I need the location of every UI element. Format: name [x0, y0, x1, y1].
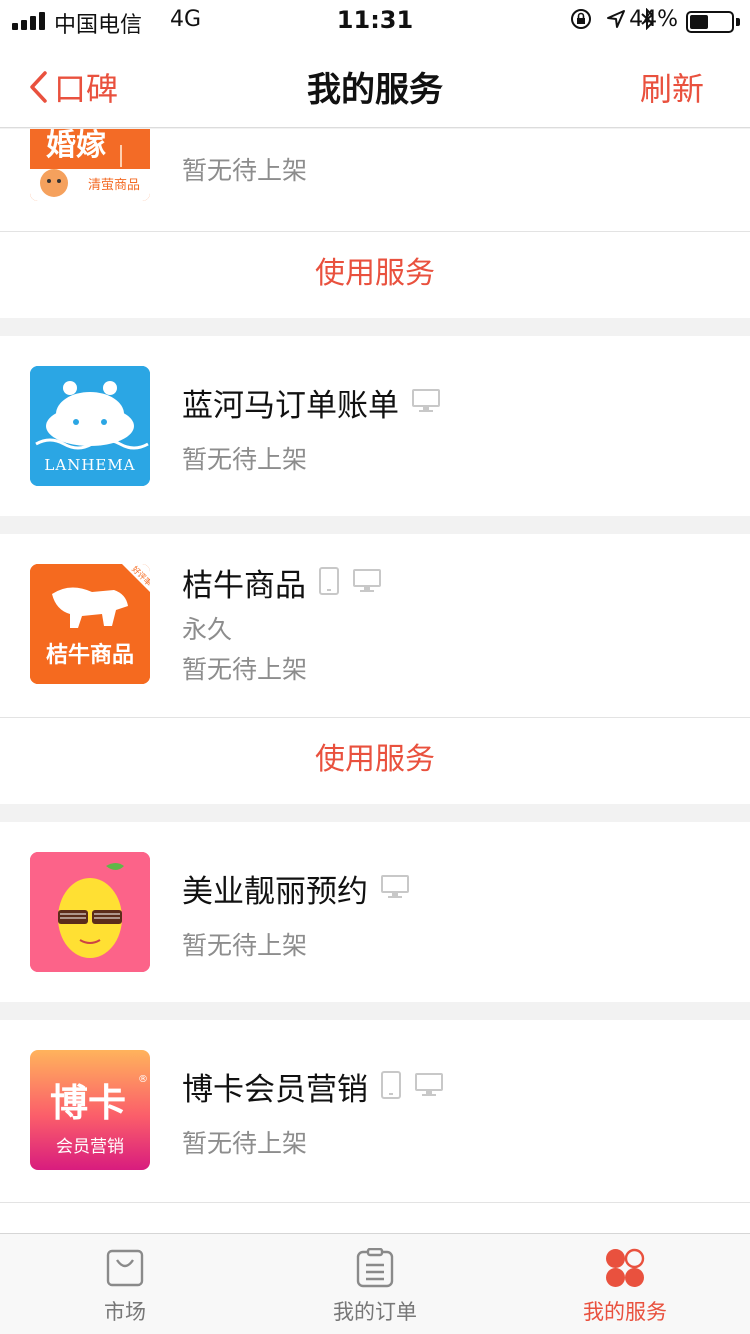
service-status: 暂无待上架 [182, 445, 308, 474]
service-card[interactable]: 好评率 桔牛商品 桔牛商品 永久 暂无待上架 使用服务 [0, 534, 750, 804]
battery-percent: 44% [629, 7, 678, 32]
tab-label: 我的服务 [583, 1300, 667, 1324]
service-name: 蓝河马订单账单 [182, 388, 399, 424]
service-logo-hunjia: 婚嫁 清萤商品 [30, 129, 150, 201]
tab-my-orders[interactable]: 我的订单 [250, 1234, 500, 1334]
tab-label: 市场 [104, 1300, 146, 1324]
service-card[interactable]: 博卡 ® 会员营销 博卡会员营销 暂无待上架 [0, 1020, 750, 1233]
service-logo-subtext: 清萤商品 [88, 178, 140, 193]
refresh-button[interactable]: 刷新 [640, 64, 704, 110]
status-bar: 中国电信 4G 11:31 44% [0, 0, 750, 42]
service-logo-text: LANHEMA [44, 456, 135, 474]
service-status: 暂无待上架 [182, 931, 308, 960]
service-logo-boka: 博卡 ® 会员营销 [30, 1050, 150, 1170]
service-card[interactable]: 美业靓丽预约 暂无待上架 [0, 822, 750, 1002]
tab-bar: 市场 我的订单 我的服务 [0, 1233, 750, 1334]
service-logo-juniu: 好评率 桔牛商品 [30, 564, 150, 684]
page-title: 我的服务 [307, 70, 443, 110]
desktop-icon [352, 568, 382, 598]
tab-market[interactable]: 市场 [0, 1234, 250, 1334]
service-duration: 永久 [182, 615, 233, 644]
rotation-lock-icon [571, 9, 591, 29]
tab-my-services[interactable]: 我的服务 [500, 1234, 750, 1334]
service-card[interactable]: LANHEMA 蓝河马订单账单 暂无待上架 [0, 336, 750, 516]
location-icon [607, 10, 625, 28]
service-status: 暂无待上架 [182, 1129, 308, 1158]
phone-icon [318, 566, 340, 600]
service-status: 暂无待上架 [182, 655, 308, 684]
service-logo-text: 婚嫁 [46, 129, 106, 163]
desktop-icon [380, 874, 410, 904]
navigation-bar: 口碑 我的服务 刷新 [0, 42, 750, 128]
battery-icon [686, 11, 734, 33]
service-list: 婚嫁 清萤商品 暂无待上架 使用服务 LANHEMA 蓝河马订单账单 暂无待上架… [0, 129, 750, 1233]
service-logo-text: 博卡 [50, 1081, 126, 1125]
divider [0, 1202, 750, 1233]
service-status: 暂无待上架 [182, 156, 308, 185]
use-service-button[interactable]: 使用服务 [0, 231, 750, 317]
service-card: 婚嫁 清萤商品 暂无待上架 使用服务 [0, 129, 750, 318]
services-icon [606, 1248, 645, 1287]
service-logo-meiye [30, 852, 150, 972]
order-list-icon [356, 1248, 394, 1288]
service-name: 桔牛商品 [182, 568, 306, 604]
service-logo-text: 桔牛商品 [46, 642, 134, 668]
service-name: 美业靓丽预约 [182, 874, 368, 910]
tab-label: 我的订单 [333, 1300, 417, 1324]
use-service-button[interactable]: 使用服务 [0, 717, 750, 803]
desktop-icon [411, 388, 441, 418]
desktop-icon [414, 1072, 444, 1102]
service-logo-subtext: 会员营销 [56, 1137, 124, 1157]
phone-icon [380, 1070, 402, 1104]
service-logo-lanhema: LANHEMA [30, 366, 150, 486]
service-logo-mark: ® [138, 1074, 148, 1085]
service-name: 博卡会员营销 [182, 1072, 368, 1108]
bag-icon [106, 1249, 144, 1287]
